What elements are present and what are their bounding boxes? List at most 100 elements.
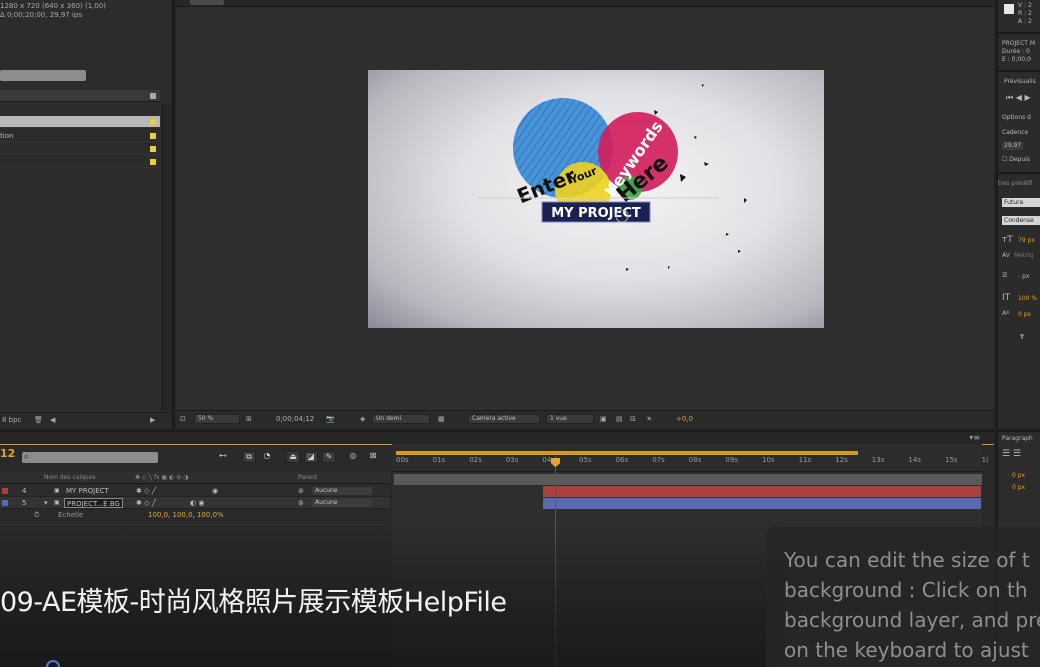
indent-value[interactable]: 0 px — [1012, 472, 1025, 480]
particle — [694, 136, 697, 139]
project-panel: 1280 x 720 (640 x 360) (1,00) Δ 0;00;20;… — [0, 0, 174, 428]
ruler-tick: 12s — [835, 456, 848, 464]
kerning-icon: AV — [1002, 252, 1010, 259]
ruler-tick: 13s — [871, 456, 885, 464]
color-swatch — [1004, 4, 1014, 14]
zoom-dropdown[interactable]: 50 % — [194, 414, 240, 424]
layer-switches[interactable]: ✱ ◇ ╱ — [136, 485, 156, 497]
snapshot-icon[interactable]: 📷 — [326, 411, 335, 427]
font-style-dropdown[interactable]: Condense — [1002, 216, 1040, 225]
project-column-header — [0, 90, 160, 102]
project-item[interactable] — [0, 156, 160, 168]
layer-bar-my-project[interactable] — [543, 486, 981, 497]
safe-zone-icon[interactable]: ⊞ — [246, 411, 252, 427]
ruler-tick: 15s — [945, 456, 958, 464]
parent-column[interactable]: Parent — [298, 472, 317, 484]
particle — [738, 250, 741, 253]
views-dropdown[interactable]: 1 vue — [546, 414, 594, 424]
paragraph-title[interactable]: Paragraph — [1002, 435, 1033, 443]
layer-switches[interactable]: ✱ ◇ ╱ — [136, 497, 156, 509]
work-area-bar[interactable] — [396, 451, 858, 455]
parent-dropdown[interactable]: Aucune — [312, 487, 372, 495]
graph-editor-icon[interactable]: ◎ — [346, 451, 360, 463]
project-item[interactable] — [0, 143, 160, 155]
trash-icon[interactable]: 🗑 — [34, 413, 43, 427]
timeline-layer-row[interactable]: 4 ▣ MY PROJECT ✱ ◇ ╱ ◉ ⊚ Aucune — [0, 485, 390, 497]
camera-dropdown[interactable]: Caméra active — [468, 414, 540, 424]
ruler-tick: 14s — [908, 456, 921, 464]
depuis-checkbox[interactable]: ☐ Depuis — [1002, 156, 1030, 164]
search-icon: ⌕ — [24, 452, 29, 461]
expand-arrow-icon[interactable]: ▾ — [44, 497, 48, 509]
resolution-dropdown[interactable]: Un demi — [372, 414, 430, 424]
parent-dropdown[interactable]: Aucune — [312, 499, 372, 507]
composition-mini-flowchart-icon[interactable]: ⊷ — [216, 451, 230, 463]
draft-3d-icon[interactable]: ⧉ — [242, 451, 256, 463]
preview-panel-title: Prévisualis — [1004, 78, 1036, 85]
stroke-value[interactable]: - px — [1018, 273, 1029, 281]
viewer-tab-active[interactable] — [190, 0, 224, 5]
cadence-dropdown[interactable]: 29,97 — [1002, 142, 1024, 150]
channel-icon[interactable]: ◈ — [360, 411, 365, 427]
layer-effects-icon[interactable]: ◐ ◉ — [190, 497, 204, 509]
frame-blending-icon[interactable]: ⏏ — [286, 451, 300, 463]
help-line: background : Click on th — [784, 578, 1028, 602]
exposure-icon[interactable]: ☀ — [646, 411, 652, 427]
preview-controls[interactable]: ⏮ ◀ ▶ — [1006, 94, 1031, 102]
font-family-dropdown[interactable]: Futura — [1002, 198, 1040, 207]
composition-viewer: Enter Your Keywords Here MY PROJECT ⊡ 50… — [176, 0, 994, 428]
scroll-right-icon[interactable]: ▶ — [150, 413, 155, 427]
project-item[interactable]: tion — [0, 130, 160, 142]
motion-blur-icon[interactable]: ◪ — [304, 451, 318, 463]
ruler-tick: 03s — [505, 456, 519, 464]
project-scrollbar[interactable] — [162, 104, 172, 410]
layer-name[interactable]: MY PROJECT — [66, 485, 109, 497]
layer-3d-icon[interactable]: ◉ — [212, 485, 218, 497]
ruler-tick: 00s — [396, 456, 409, 464]
project-item-selected[interactable] — [0, 116, 160, 128]
particle — [704, 162, 709, 166]
pick-whip-icon[interactable]: ⊚ — [298, 485, 304, 497]
panel-menu-icon[interactable]: ▾≡ — [969, 433, 980, 442]
presets-label: tres prédéfi — [998, 180, 1033, 187]
help-line: background layer, and pre — [784, 608, 1040, 632]
layer-bar-project-bg[interactable] — [543, 498, 981, 509]
layer-label-color[interactable] — [2, 488, 8, 494]
bpc-button[interactable]: 8 bpc — [2, 413, 21, 427]
vertical-scale-value[interactable]: 100 % — [1018, 295, 1037, 302]
ruler-tick: 08s — [688, 456, 702, 464]
brainstorm-icon[interactable]: ✎ — [322, 451, 336, 463]
kerning-value[interactable]: Métriq — [1014, 252, 1033, 260]
viewer-timecode[interactable]: 0;00;04;12 — [276, 411, 314, 427]
transparency-grid-icon[interactable]: ▦ — [438, 411, 445, 427]
toggle-pixel-icon[interactable]: ▣ — [600, 411, 607, 427]
project-item-label: tion — [0, 132, 14, 140]
space-value[interactable]: 0 px — [1012, 484, 1025, 492]
font-size-value[interactable]: 79 px — [1018, 237, 1035, 245]
vertical-scale-icon: IT — [1002, 293, 1011, 303]
label-color-swatch — [150, 133, 156, 139]
composition-canvas[interactable]: Enter Your Keywords Here MY PROJECT — [368, 70, 824, 328]
pick-whip-icon[interactable]: ⊚ — [298, 497, 304, 509]
hide-shy-icon[interactable]: ◔ — [260, 451, 274, 463]
auto-keyframe-icon[interactable]: ⊠ — [366, 451, 380, 463]
layer-name-column[interactable]: Nom des calques — [44, 472, 96, 484]
flowchart-icon[interactable]: ⊟ — [630, 411, 636, 427]
particle — [744, 198, 747, 203]
align-left-icon[interactable]: ☰ ☰ — [1002, 450, 1021, 459]
faux-bold-button[interactable]: T — [1020, 334, 1024, 342]
fast-preview-icon[interactable]: ▤ — [616, 411, 623, 427]
region-icon[interactable]: ⊡ — [180, 411, 186, 427]
timeline-layer-row[interactable]: 5 ▾ ▣ PROJECT...E BG ✱ ◇ ╱ ◐ ◉ ⊚ Aucune — [0, 497, 390, 509]
layer-type-icon: ▣ — [54, 487, 60, 494]
color-a-value: A : 2 — [1018, 18, 1032, 25]
baseline-value[interactable]: 0 px — [1018, 311, 1031, 318]
project-search-input[interactable] — [0, 70, 86, 81]
scroll-left-icon[interactable]: ◀ — [50, 413, 55, 427]
layer-label-color[interactable] — [2, 500, 8, 506]
timeline-timecode[interactable]: 12 — [0, 447, 15, 460]
exposure-value[interactable]: +0,0 — [676, 411, 693, 427]
layer-bar-row-top[interactable] — [394, 474, 982, 485]
timeline-search-input[interactable]: ⌕ — [22, 452, 158, 463]
layer-name-editing[interactable]: PROJECT...E BG — [64, 498, 123, 508]
